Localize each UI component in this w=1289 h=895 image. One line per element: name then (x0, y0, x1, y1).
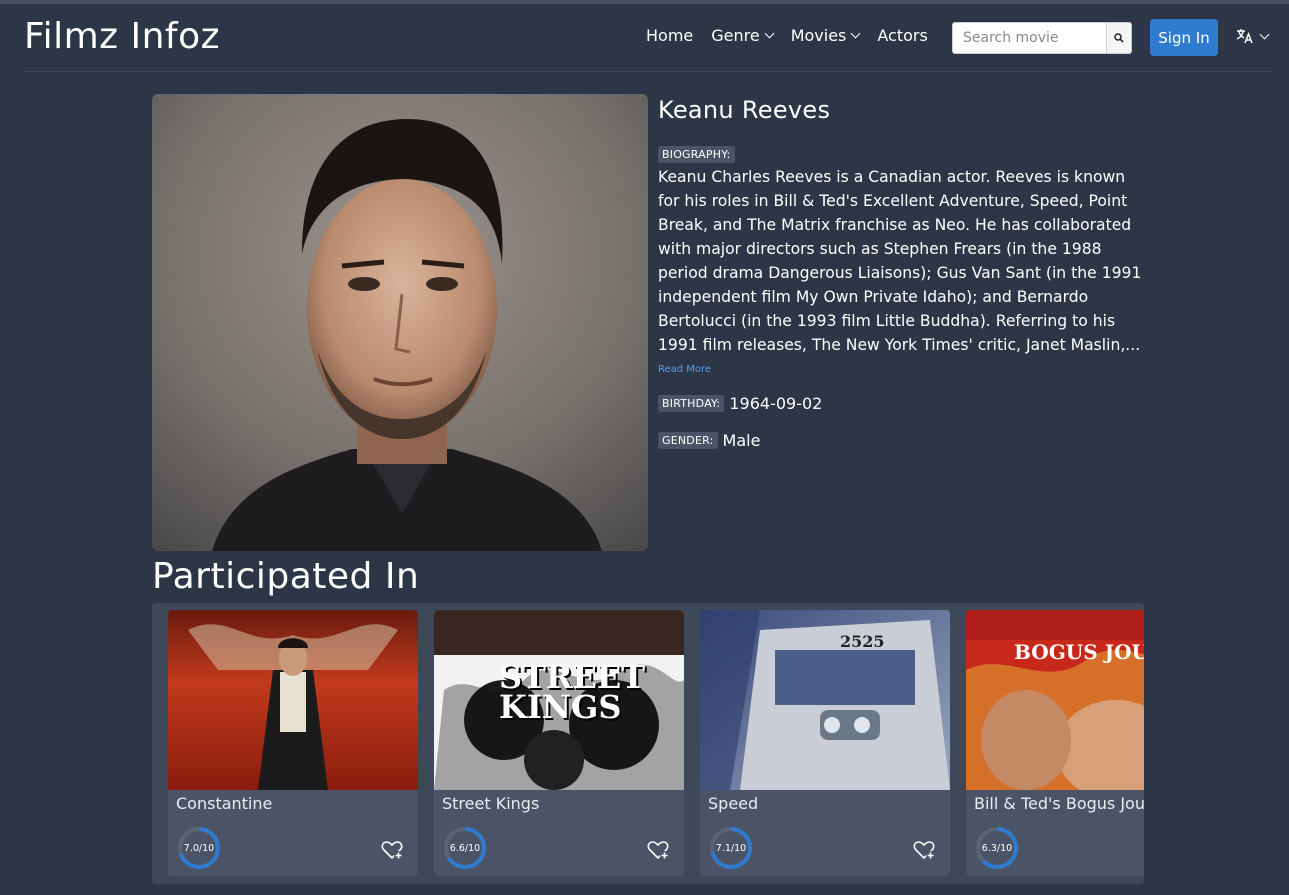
movie-poster[interactable]: BOGUS JOURN (966, 610, 1144, 790)
navbar: Filmz Infoz Home Genre Movies Actors Sig… (24, 4, 1272, 72)
movie-title[interactable]: Bill & Ted's Bogus Journey (966, 790, 1144, 817)
actor-name: Keanu Reeves (658, 96, 831, 124)
actor-portrait-illustration (152, 94, 648, 551)
poster-text: 2525 (840, 632, 885, 651)
nav-genre-label: Genre (711, 26, 760, 45)
rating-circle: 7.1/10 (709, 826, 753, 870)
rating-value: 7.0/10 (183, 842, 215, 854)
biography-label: BIOGRAPHY: (658, 146, 735, 163)
birthday-row: BIRTHDAY: 1964-09-02 (658, 394, 1148, 413)
nav-actors[interactable]: Actors (877, 26, 927, 45)
gender-label: GENDER: (658, 432, 718, 449)
movie-card[interactable]: STREET KINGS Street Kings 6.6/10 (434, 610, 684, 876)
poster-text: BOGUS JOURN (1014, 640, 1144, 664)
add-favorite-icon[interactable] (912, 838, 936, 862)
translate-icon (1236, 29, 1253, 44)
movie-card[interactable]: 2525 Speed 7.1/10 (700, 610, 950, 876)
nav-home[interactable]: Home (646, 26, 693, 45)
brand-logo[interactable]: Filmz Infoz (24, 16, 220, 57)
gender-row: GENDER: Male (658, 431, 1148, 450)
sign-in-button[interactable]: Sign In (1150, 19, 1218, 56)
chevron-down-icon (850, 28, 861, 39)
nav-movies-label: Movies (790, 26, 847, 45)
search-input[interactable] (952, 22, 1107, 54)
poster-art (700, 610, 950, 790)
add-favorite-icon[interactable] (646, 838, 670, 862)
search-icon (1114, 33, 1124, 43)
nav-actors-label: Actors (877, 26, 928, 45)
actor-photo (152, 94, 648, 551)
participated-heading: Participated In (152, 556, 420, 597)
nav-home-label: Home (646, 26, 694, 45)
actor-info: Keanu Reeves BIOGRAPHY: Keanu Charles Re… (658, 94, 1148, 450)
nav-genre-dropdown[interactable]: Genre (711, 26, 775, 45)
birthday-label: BIRTHDAY: (658, 395, 725, 412)
movie-poster[interactable]: STREET KINGS (434, 610, 684, 790)
nav-movies-dropdown[interactable]: Movies (790, 26, 861, 45)
movie-poster[interactable] (168, 610, 418, 790)
read-more-link[interactable]: Read More (658, 364, 711, 375)
search-form (952, 22, 1132, 54)
add-favorite-icon[interactable] (380, 838, 404, 862)
language-selector[interactable] (1236, 28, 1270, 44)
movie-card[interactable]: BOGUS JOURN Bill & Ted's Bogus Journey 6… (966, 610, 1144, 876)
chevron-down-icon (1259, 29, 1270, 39)
nav-links: Home Genre Movies Actors (646, 26, 946, 45)
rating-circle: 6.6/10 (443, 826, 487, 870)
birthday-value: 1964-09-02 (729, 394, 823, 413)
movie-carousel[interactable]: Constantine 7.0/10 STREET KINGS Street K… (152, 603, 1144, 884)
poster-text: STREET KINGS (499, 658, 646, 726)
poster-art (966, 610, 1144, 790)
poster-art (168, 610, 418, 790)
rating-circle: 7.0/10 (177, 826, 221, 870)
movie-card[interactable]: Constantine 7.0/10 (168, 610, 418, 876)
gender-value: Male (722, 431, 761, 450)
rating-circle: 6.3/10 (975, 826, 1019, 870)
movie-title[interactable]: Constantine (168, 790, 418, 817)
rating-value: 6.3/10 (981, 842, 1013, 854)
movie-title[interactable]: Speed (700, 790, 950, 817)
movie-title[interactable]: Street Kings (434, 790, 684, 817)
movie-poster[interactable]: 2525 (700, 610, 950, 790)
biography-text: Keanu Charles Reeves is a Canadian actor… (658, 168, 1142, 354)
search-button[interactable] (1107, 22, 1132, 54)
rating-value: 7.1/10 (715, 842, 747, 854)
rating-value: 6.6/10 (449, 842, 481, 854)
chevron-down-icon (764, 28, 775, 39)
